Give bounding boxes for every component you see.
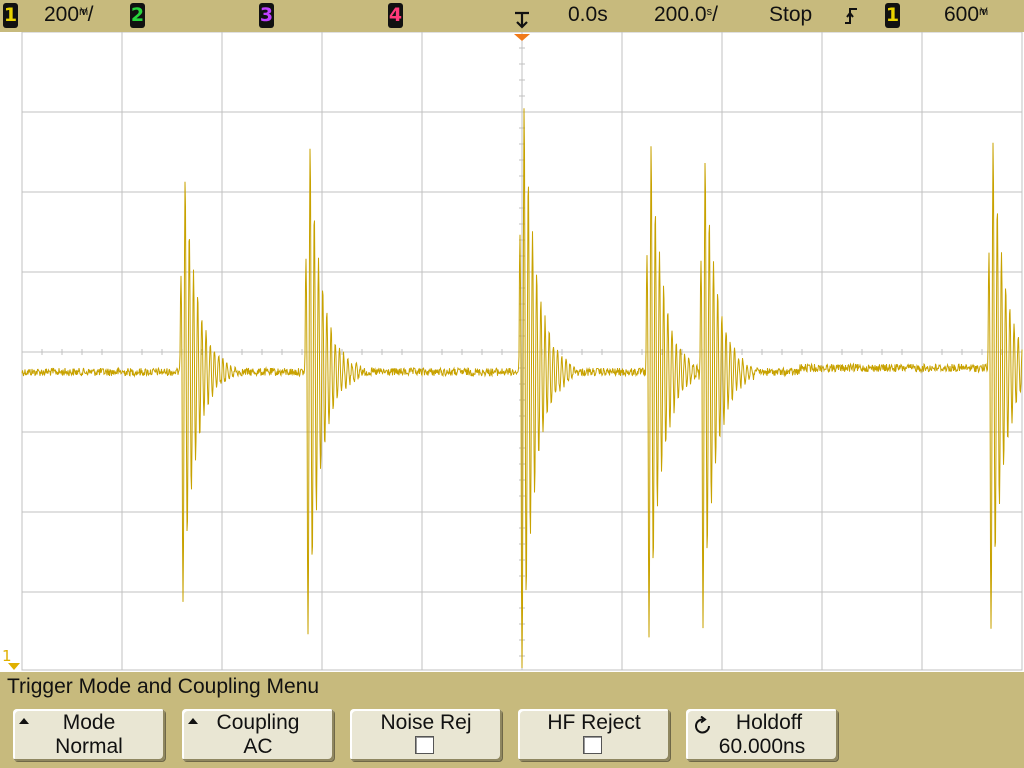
volt-unit-sub: V [980,6,988,18]
trigger-position-icon [515,11,529,29]
noise-rej-softkey[interactable]: Noise Rej [350,709,502,761]
hf-reject-softkey[interactable]: HF Reject [518,709,670,761]
softkey-value: 60.000ns [718,735,806,758]
status-bar: 1 200mV/ 2 3 4 0.0s 200.0s/ Stop 1 600mV [0,0,1024,32]
run-state: Stop [769,3,813,26]
softkey-value: Normal [55,735,123,758]
volt-unit-sub: V [80,6,88,18]
hf-reject-checkbox[interactable] [583,736,602,754]
holdoff-softkey[interactable]: Holdoff 60.000ns [686,709,838,761]
menu-title: Trigger Mode and Coupling Menu [7,675,320,698]
noise-rej-checkbox[interactable] [415,736,434,754]
softkey-value: AC [243,735,273,758]
time-scale: 200.0s/ [654,3,718,26]
softkey-label: HF Reject [547,711,641,734]
softkey-menu: Trigger Mode and Coupling Menu Mode Norm… [0,672,1024,768]
coupling-softkey[interactable]: Coupling AC [182,709,334,761]
softkey-label: Noise Rej [380,711,472,734]
oscilloscope-grid [21,31,1023,671]
trigger-level: 600mV [944,0,988,30]
waveform-display: 1 [0,31,1024,672]
channel-2-indicator[interactable]: 2 [130,3,145,28]
channel-3-indicator[interactable]: 3 [259,3,274,28]
time-scale-value: 200.0 [654,3,707,26]
channel-1-scale-value: 200 [44,3,80,26]
softkey-label: Mode [62,711,116,734]
softkey-label: Coupling [216,711,300,734]
softkey-label: Holdoff [735,711,803,734]
channel-1-indicator[interactable]: 1 [3,3,18,28]
channel-4-indicator[interactable]: 4 [388,3,403,28]
trigger-source-indicator[interactable]: 1 [885,3,900,28]
channel-1-scale: 200mV/ [44,3,94,26]
ground-arrow-icon [8,663,20,670]
trigger-level-value: 600 [944,3,980,26]
trigger-point-marker[interactable] [514,34,530,41]
seconds-unit: s [706,6,713,18]
mode-softkey[interactable]: Mode Normal [13,709,165,761]
time-position: 0.0s [568,3,608,26]
rising-edge-icon [845,8,857,24]
